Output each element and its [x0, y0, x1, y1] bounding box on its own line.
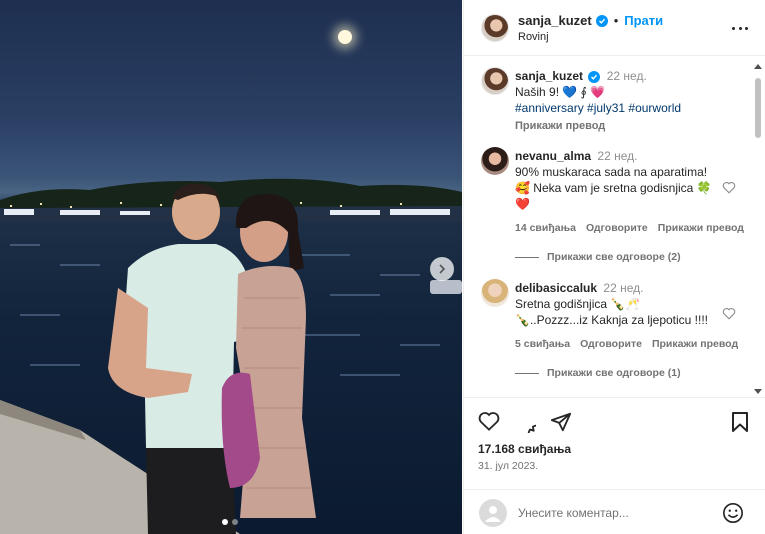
- post-header: sanja_kuzet • Прати Rovinj: [464, 0, 765, 56]
- comment-text: Sretna godišnjica 🍾🥂 🍾..Pozzz...iz Kaknj…: [515, 297, 709, 327]
- comment-username[interactable]: nevanu_alma: [515, 149, 591, 163]
- caption-username[interactable]: sanja_kuzet: [515, 69, 583, 83]
- view-replies-button[interactable]: Прикажи све одговоре (1): [515, 367, 681, 379]
- post-actions-bar: [464, 397, 765, 447]
- more-options-icon[interactable]: [732, 20, 748, 36]
- comment-username[interactable]: delibasiccaluk: [515, 281, 597, 295]
- comment-icon[interactable]: [514, 411, 536, 433]
- translate-button[interactable]: Прикажи превод: [652, 338, 738, 350]
- author-line: sanja_kuzet • Прати: [518, 13, 663, 28]
- commenter-avatar[interactable]: [481, 279, 509, 307]
- woman-figure: [221, 194, 316, 518]
- carousel-dots: [222, 519, 238, 525]
- caption-translate-button[interactable]: Прикажи превод: [515, 118, 745, 134]
- heart-icon[interactable]: [722, 181, 736, 194]
- author-avatar[interactable]: [481, 14, 509, 42]
- emoji-icon[interactable]: [722, 502, 744, 524]
- reply-button[interactable]: Одговорите: [586, 222, 648, 234]
- view-replies-label[interactable]: Прикажи све одговоре (1): [547, 367, 681, 379]
- moon: [338, 30, 352, 44]
- caption-time[interactable]: 22 нед.: [607, 69, 647, 83]
- post-date[interactable]: 31. јул 2023.: [478, 460, 538, 472]
- caption-avatar[interactable]: [481, 67, 509, 95]
- bookmark-icon[interactable]: [730, 411, 750, 433]
- comment-time[interactable]: 22 нед.: [597, 149, 637, 163]
- likes-count[interactable]: 17.168 свиђања: [478, 442, 571, 456]
- separator-dot: •: [613, 13, 619, 28]
- share-icon[interactable]: [550, 411, 572, 433]
- scroll-thumb[interactable]: [755, 78, 761, 138]
- carousel-next-button[interactable]: [430, 257, 454, 281]
- comment-likes[interactable]: 14 свиђања: [515, 222, 576, 234]
- carousel-dot[interactable]: [232, 519, 238, 525]
- add-comment-bar: [464, 489, 765, 534]
- comment-actions: 5 свиђања Одговорите Прикажи превод: [515, 338, 738, 350]
- carousel-dot-active: [222, 519, 228, 525]
- follow-button[interactable]: Прати: [624, 13, 663, 28]
- caption-text: Naših 9! 💙 ∮ 💗: [515, 85, 606, 99]
- verified-badge-icon: [595, 14, 608, 27]
- comment-time[interactable]: 22 нед.: [603, 281, 643, 295]
- view-replies-button[interactable]: Прикажи све одговоре (2): [515, 251, 681, 263]
- heart-icon[interactable]: [722, 307, 736, 320]
- author-username[interactable]: sanja_kuzet: [518, 13, 592, 28]
- post-viewer: sanja_kuzet • Прати Rovinj sanja_kuzet 2…: [0, 0, 765, 534]
- reply-button[interactable]: Одговорите: [580, 338, 642, 350]
- translate-button[interactable]: Прикажи превод: [658, 222, 744, 234]
- post-photo[interactable]: [0, 0, 462, 534]
- comment-likes[interactable]: 5 свиђања: [515, 338, 570, 350]
- comments-list[interactable]: sanja_kuzet 22 нед. Naših 9! 💙 ∮ 💗 #anni…: [464, 57, 765, 397]
- caption-hashtags[interactable]: #anniversary #july31 #ourworld: [515, 101, 681, 115]
- commenter-avatar[interactable]: [481, 147, 509, 175]
- chevron-right-icon: [439, 264, 446, 274]
- replies-divider: [515, 256, 539, 258]
- comments-scrollbar[interactable]: [754, 64, 762, 394]
- verified-badge-icon: [588, 71, 601, 83]
- scroll-up-arrow-icon[interactable]: [754, 64, 762, 69]
- replies-divider: [515, 372, 539, 374]
- comment-text: 90% muskaraca sada na aparatima! 🥰 Neka …: [515, 165, 712, 211]
- scroll-down-arrow-icon[interactable]: [754, 389, 762, 394]
- post-side-panel: sanja_kuzet • Прати Rovinj sanja_kuzet 2…: [463, 0, 765, 534]
- current-user-avatar: [479, 499, 507, 527]
- comment-actions: 14 свиђања Одговорите Прикажи превод: [515, 222, 744, 234]
- view-replies-label[interactable]: Прикажи све одговоре (2): [547, 251, 681, 263]
- comment-input[interactable]: [518, 503, 708, 523]
- user-icon: [485, 506, 501, 522]
- heart-icon[interactable]: [478, 411, 500, 431]
- post-location[interactable]: Rovinj: [518, 31, 549, 43]
